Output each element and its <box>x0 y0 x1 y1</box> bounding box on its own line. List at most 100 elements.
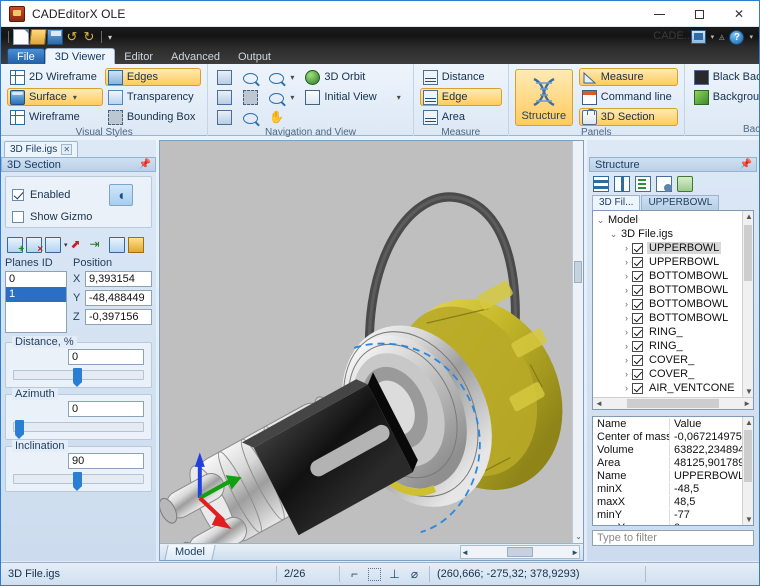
azimuth-slider-thumb[interactable] <box>15 420 24 435</box>
scroll-left-icon-tree[interactable]: ◄ <box>595 399 603 408</box>
close-button[interactable]: ✕ <box>719 1 759 27</box>
inclination-slider[interactable] <box>13 474 144 484</box>
planes-id-list[interactable]: 0 1 <box>5 271 67 333</box>
section-plane-icon[interactable]: ◖ <box>109 184 133 206</box>
button-edges[interactable]: Edges <box>105 68 202 86</box>
tree-item-checkbox[interactable] <box>632 271 643 282</box>
tab-3d-viewer[interactable]: 3D Viewer <box>45 48 116 64</box>
refresh-icon[interactable] <box>677 176 693 192</box>
properties-table[interactable]: NameValueCenter of mass-0,067214975...Vo… <box>592 416 754 526</box>
chevron-icon[interactable]: › <box>621 271 632 281</box>
filter-input[interactable]: Type to filter <box>592 530 754 546</box>
viewport-3d[interactable]: R 42,08 72,00 ⌄ Model ◄ ► <box>159 140 584 561</box>
show-gizmo-checkbox[interactable] <box>12 211 24 223</box>
plane-item-1[interactable]: 1 <box>6 287 66 302</box>
tree-vertical-scrollbar[interactable]: ▲ ▼ <box>742 211 753 397</box>
viewport-tab-model[interactable]: Model <box>164 545 215 560</box>
position-x-input[interactable]: 9,393154 <box>85 271 152 287</box>
new-document-icon[interactable] <box>13 29 29 45</box>
chevron-icon[interactable]: › <box>621 369 632 379</box>
window-switch-icon[interactable] <box>691 30 706 44</box>
button-wireframe[interactable]: Wireframe <box>7 108 103 126</box>
plane-options-icon[interactable] <box>45 237 61 253</box>
tree-row[interactable]: ›UPPERBOWL <box>595 241 742 255</box>
viewport-canvas[interactable]: R 42,08 72,00 <box>160 141 583 560</box>
pin-icon[interactable]: 📌 <box>139 159 151 170</box>
chevron-icon[interactable]: › <box>621 285 632 295</box>
undo-icon[interactable]: ↺ <box>64 29 80 45</box>
scroll-down-icon-props[interactable]: ▼ <box>745 515 753 524</box>
button-3d-section[interactable]: 3D Section <box>579 108 678 126</box>
tree-item-checkbox[interactable] <box>632 341 643 352</box>
open-folder-icon[interactable] <box>29 29 47 45</box>
plane-item-0[interactable]: 0 <box>6 272 66 287</box>
chevron-down-icon-zoom-out[interactable]: ▾ <box>290 93 294 102</box>
tree-item-checkbox[interactable] <box>632 313 643 324</box>
tab-output[interactable]: Output <box>229 48 280 64</box>
button-zoom-out[interactable]: ▾ <box>266 88 300 106</box>
window-switch-caret-icon[interactable]: ▾ <box>711 33 715 41</box>
button-area[interactable]: Area <box>420 108 502 126</box>
close-icon-document-tab[interactable]: ✕ <box>61 144 72 155</box>
button-black-background[interactable]: Black Background <box>691 68 760 86</box>
button-zoom-previous[interactable] <box>240 108 264 126</box>
scroll-right-icon[interactable]: ► <box>571 548 579 557</box>
properties-row[interactable]: maxX48,5 <box>593 495 753 508</box>
flip-plane-icon[interactable]: ⬈ <box>71 237 87 253</box>
tree-item-checkbox[interactable] <box>632 355 643 366</box>
viewport-vscroll-thumb[interactable] <box>574 261 582 283</box>
customize-qat-icon[interactable]: ▾ <box>108 33 112 42</box>
distance-slider-thumb[interactable] <box>73 368 82 383</box>
properties-row[interactable]: Center of mass-0,067214975... <box>593 430 753 443</box>
chevron-icon[interactable]: › <box>621 383 632 393</box>
properties-row[interactable]: minX-48,5 <box>593 482 753 495</box>
ribbon-collapse-icon[interactable]: ◬ <box>719 33 724 41</box>
tree-hscroll-thumb[interactable] <box>627 399 719 408</box>
tree-item-checkbox[interactable] <box>632 257 643 268</box>
tree-horizontal-scrollbar[interactable]: ◄ ► <box>593 397 753 409</box>
document-properties-icon[interactable] <box>635 176 651 192</box>
maximize-button[interactable] <box>679 1 719 27</box>
properties-row[interactable]: Volume63822,234894... <box>593 443 753 456</box>
minimize-button[interactable] <box>639 1 679 27</box>
chevron-down-icon[interactable]: ▾ <box>73 93 77 102</box>
button-3d-orbit[interactable]: 3D Orbit <box>302 68 406 86</box>
button-fit-page[interactable] <box>214 88 238 106</box>
button-surface[interactable]: Surface ▾ <box>7 88 103 106</box>
button-background-color[interactable]: Background color <box>691 88 760 106</box>
viewport-vertical-scrollbar[interactable] <box>572 141 583 543</box>
split-vertical-icon[interactable] <box>614 176 630 192</box>
properties-vscroll-thumb[interactable] <box>744 430 752 482</box>
save-disk-icon[interactable] <box>47 29 63 45</box>
viewport-scroll-caret-icon[interactable]: ⌄ <box>575 532 582 541</box>
button-structure-panel[interactable]: Structure <box>515 69 573 126</box>
azimuth-input[interactable]: 0 <box>68 401 144 417</box>
button-measure-panel[interactable]: Measure <box>579 68 678 86</box>
button-command-line[interactable]: Command line <box>579 88 678 106</box>
snap-grid-icon[interactable] <box>368 568 381 581</box>
button-zoom-in[interactable]: ▾ <box>266 68 300 86</box>
tree-vscroll-thumb[interactable] <box>744 225 752 281</box>
button-zoom-extents[interactable] <box>240 88 264 106</box>
chevron-down-icon-plane-options[interactable]: ▾ <box>64 241 68 249</box>
button-initial-view[interactable]: Initial View ▾ <box>302 88 406 106</box>
button-pan-hand[interactable]: ✋ <box>266 108 300 126</box>
tree-item-checkbox[interactable] <box>632 299 643 310</box>
show-cap-icon[interactable] <box>128 237 144 253</box>
scroll-right-icon-tree[interactable]: ► <box>743 399 751 408</box>
properties-row[interactable]: maxY0 <box>593 521 753 526</box>
scroll-left-icon[interactable]: ◄ <box>461 548 469 557</box>
help-caret-icon[interactable]: ▾ <box>749 33 753 41</box>
scroll-up-icon-props[interactable]: ▲ <box>745 418 753 427</box>
button-zoom-window[interactable] <box>240 68 264 86</box>
tree-row[interactable]: ›BOTTOMBOWL <box>595 311 742 325</box>
properties-row[interactable]: minY-77 <box>593 508 753 521</box>
button-transparency[interactable]: Transparency <box>105 88 202 106</box>
tree-row[interactable]: ›BOTTOMBOWL <box>595 283 742 297</box>
tree-row[interactable]: ›BOTTOMBOWL <box>595 269 742 283</box>
tree-row[interactable]: ›COVER_ <box>595 353 742 367</box>
tree-row[interactable]: ›UPPERBOWL <box>595 255 742 269</box>
add-plane-icon[interactable]: + <box>7 237 23 253</box>
viewport-horizontal-scrollbar[interactable]: ◄ ► <box>460 545 580 559</box>
tree-item-checkbox[interactable] <box>632 369 643 380</box>
